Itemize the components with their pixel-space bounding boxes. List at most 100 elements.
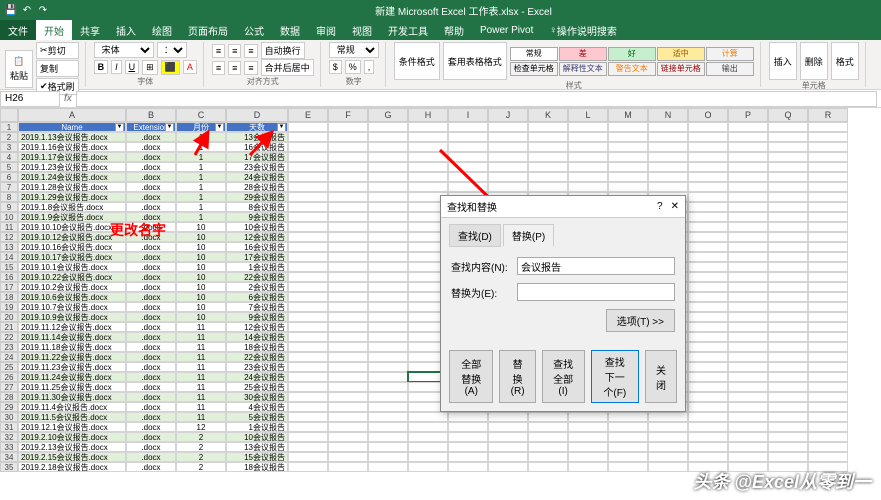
colhdr-F[interactable]: F [328,108,368,122]
cell-empty[interactable] [368,272,408,282]
cell-ext[interactable]: .docx [126,322,176,332]
cell-empty[interactable] [288,262,328,272]
style-bad[interactable]: 差 [559,47,607,61]
cell-empty[interactable] [728,222,768,232]
cell-empty[interactable] [688,282,728,292]
cell-empty[interactable] [648,182,688,192]
fx-icon[interactable]: fx [60,93,76,104]
cell-name[interactable]: 2019.11.25会议报告.docx [18,382,126,392]
cell-name[interactable]: 2019.11.12会议报告.docx [18,322,126,332]
cell-empty[interactable] [568,142,608,152]
cell-day[interactable]: 5会议报告 [226,412,288,422]
cell-month[interactable]: 11 [176,392,226,402]
cell-day[interactable]: 17会议报告 [226,252,288,262]
colhdr-B[interactable]: B [126,108,176,122]
cell-month[interactable]: 2 [176,462,226,472]
cell-name[interactable]: 2019.10.7会议报告.docx [18,302,126,312]
tell-me[interactable]: ♀ 操作说明搜索 [541,20,625,40]
cell-empty[interactable] [728,172,768,182]
cell-empty[interactable] [768,362,808,372]
merge-button[interactable]: 合并后居中 [261,59,314,76]
cell-empty[interactable] [768,252,808,262]
cell-empty[interactable] [328,432,368,442]
cell-month[interactable]: 11 [176,352,226,362]
cell-empty[interactable] [448,412,488,422]
cell-day[interactable]: 16会议报告 [226,242,288,252]
colhdr-Q[interactable]: Q [768,108,808,122]
cell-name[interactable]: 2019.1.8会议报告.docx [18,202,126,212]
cell-empty[interactable] [368,232,408,242]
cell-day[interactable]: 29会议报告 [226,192,288,202]
cell-empty[interactable] [488,452,528,462]
cell-empty[interactable] [688,332,728,342]
cell-empty[interactable] [688,302,728,312]
cell-empty[interactable] [328,462,368,472]
colhdr-O[interactable]: O [688,108,728,122]
cell-day[interactable]: 10会议报告 [226,432,288,442]
style-link[interactable]: 链接单元格 [657,62,705,76]
cell-ext[interactable]: .docx [126,342,176,352]
cell-empty[interactable] [648,442,688,452]
cell-name[interactable]: 2019.12.1会议报告.docx [18,422,126,432]
cell-ext[interactable]: .docx [126,262,176,272]
cell-month[interactable]: 11 [176,412,226,422]
cell-empty[interactable] [808,232,848,242]
cell-empty[interactable] [608,432,648,442]
cell-empty[interactable] [608,152,648,162]
cell-empty[interactable] [768,182,808,192]
cell-empty[interactable] [728,362,768,372]
cell-month[interactable]: 1 [176,162,226,172]
style-neutral[interactable]: 适中 [657,47,705,61]
cell-empty[interactable] [768,142,808,152]
cell-day[interactable]: 7会议报告 [226,302,288,312]
cell-empty[interactable] [728,422,768,432]
font-size[interactable]: 11 [157,42,187,58]
cell-empty[interactable] [808,362,848,372]
cell-empty[interactable] [368,452,408,462]
cell-month[interactable]: 1 [176,172,226,182]
cell-empty[interactable] [488,442,528,452]
cell-empty[interactable] [368,152,408,162]
cell-empty[interactable] [728,352,768,362]
cell-empty[interactable] [288,382,328,392]
rowhdr-5[interactable]: 5 [0,162,18,172]
cell-empty[interactable] [408,162,448,172]
percent-button[interactable]: % [345,60,361,74]
cell-month[interactable]: 2 [176,432,226,442]
cell-empty[interactable] [728,132,768,142]
cell-empty[interactable] [288,212,328,222]
cell-ext[interactable]: .docx [126,422,176,432]
cell-empty[interactable] [568,462,608,472]
cell-empty[interactable] [288,252,328,262]
cell-month[interactable]: 11 [176,342,226,352]
cell-empty[interactable] [328,442,368,452]
cell-empty[interactable] [688,182,728,192]
cell-name[interactable]: 2019.1.28会议报告.docx [18,182,126,192]
menu-draw[interactable]: 绘图 [144,20,180,40]
cell-month[interactable]: 10 [176,232,226,242]
cell-empty[interactable] [808,322,848,332]
cell-empty[interactable] [728,262,768,272]
cell-empty[interactable] [448,152,488,162]
cell-empty[interactable] [288,342,328,352]
cell-day[interactable]: 13会议报告 [226,132,288,142]
cell-empty[interactable] [368,282,408,292]
cell-ext[interactable]: .docx [126,452,176,462]
rowhdr-25[interactable]: 25 [0,362,18,372]
menu-review[interactable]: 审阅 [308,20,344,40]
menu-data[interactable]: 数据 [272,20,308,40]
replace-input[interactable] [517,283,675,301]
cell-month[interactable]: 10 [176,282,226,292]
fontcolor-button[interactable]: A [183,60,197,74]
cell-empty[interactable] [368,332,408,342]
cell-day[interactable]: 12会议报告 [226,232,288,242]
cell-ext[interactable]: .docx [126,332,176,342]
cell-empty[interactable] [488,412,528,422]
align-bot[interactable]: ≡ [244,44,257,58]
colhdr-K[interactable]: K [528,108,568,122]
cell-empty[interactable] [728,302,768,312]
cell-ext[interactable]: .docx [126,202,176,212]
menu-powerpivot[interactable]: Power Pivot [472,20,541,40]
cell-empty[interactable] [688,432,728,442]
cell-month[interactable]: 1 [176,152,226,162]
